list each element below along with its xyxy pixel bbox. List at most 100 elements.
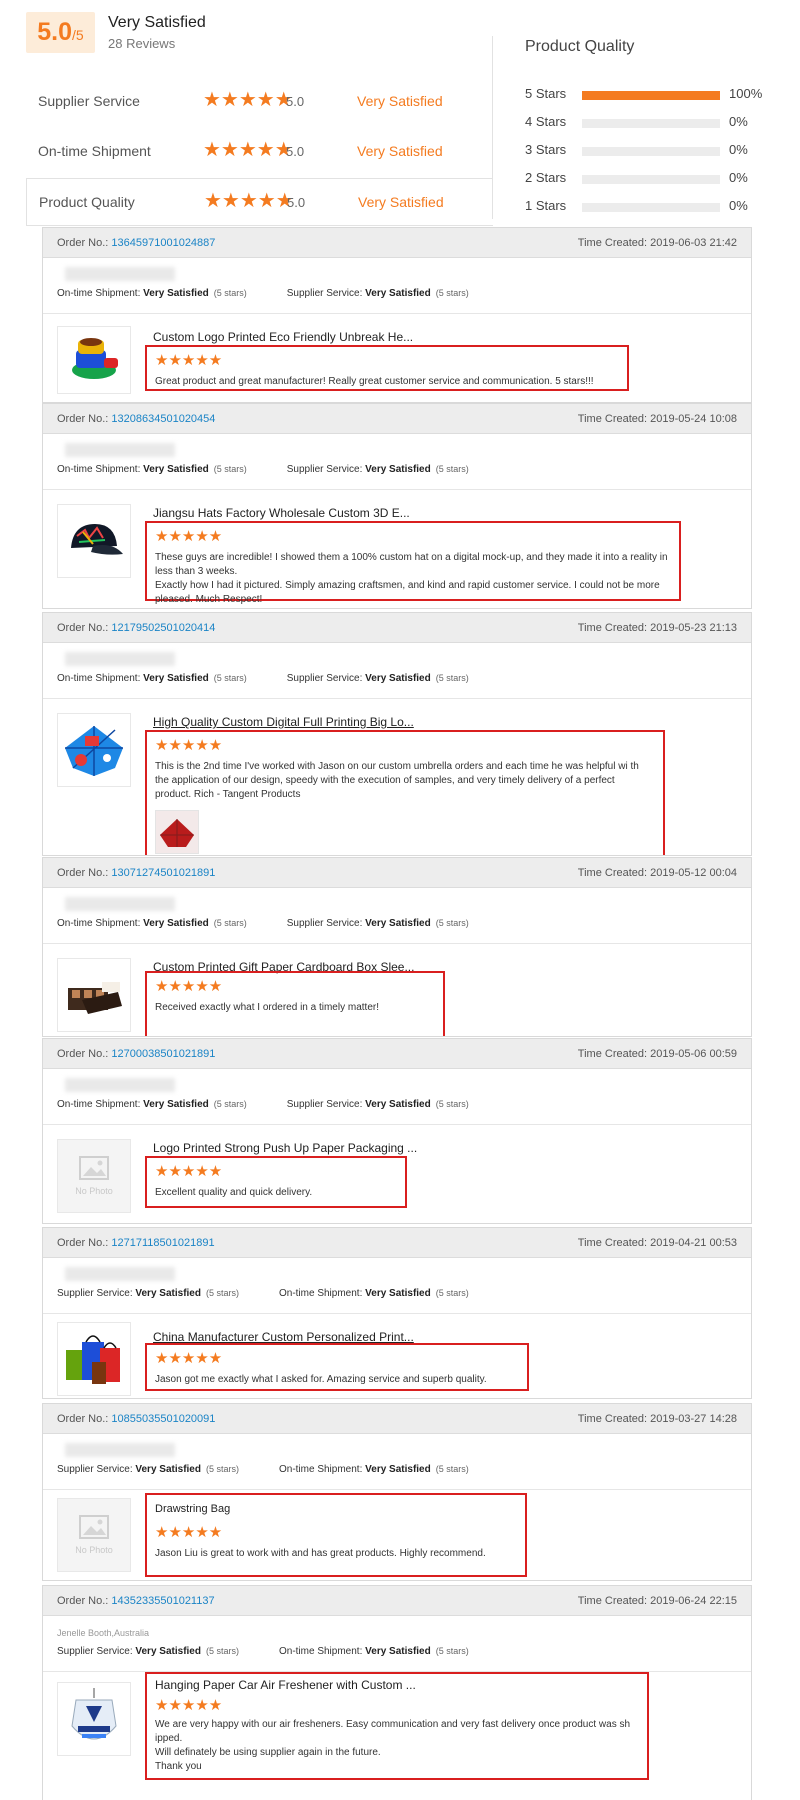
order-number-link[interactable]: 13645971001024887 xyxy=(111,237,215,249)
metric-on-time-shipment[interactable]: On-time Shipment ★★★★★ 5.0 Very Satisfie… xyxy=(26,128,493,176)
product-title-link[interactable]: Logo Printed Strong Push Up Paper Packag… xyxy=(153,1141,417,1155)
review-text: We are very happy with our air freshener… xyxy=(155,1719,631,1772)
order-number: Order No.: 14352335501021137 xyxy=(57,1595,215,1607)
overall-label: Very Satisfied xyxy=(108,14,206,31)
ashtray-product-icon xyxy=(72,338,118,379)
rating-line: On-time Shipment: Very Satisfied (5 stars… xyxy=(57,464,509,475)
order-number-label: Order No.: xyxy=(57,1237,112,1249)
review-card: Order No.: 12717118501021891 Time Create… xyxy=(42,1227,752,1399)
rating-line: Supplier Service: Very Satisfied (5 stars… xyxy=(57,1464,509,1475)
product-thumbnail[interactable] xyxy=(57,1322,131,1396)
review-body: China Manufacturer Custom Personalized P… xyxy=(43,1314,751,1398)
supplier-label: Supplier Service: xyxy=(57,1646,136,1657)
review-card: Order No.: 14352335501021137 Time Create… xyxy=(42,1585,752,1800)
distribution-bar-fill xyxy=(582,91,720,100)
rating-line: Supplier Service: Very Satisfied (5 stars… xyxy=(57,1288,509,1299)
order-number-link[interactable]: 12179502501020414 xyxy=(111,622,215,634)
review-card: Order No.: 13645971001024887 Time Create… xyxy=(42,227,752,403)
order-number-link[interactable]: 14352335501021137 xyxy=(111,1595,214,1607)
review-highlight-box: ★★★★★ Excellent quality and quick delive… xyxy=(145,1156,407,1208)
metric-supplier-service[interactable]: Supplier Service ★★★★★ 5.0 Very Satisfie… xyxy=(26,78,493,126)
order-number-label: Order No.: xyxy=(57,622,112,634)
distribution-percent: 0% xyxy=(729,170,748,185)
no-photo-icon xyxy=(79,1515,109,1539)
distribution-bar xyxy=(582,203,720,212)
metric-label: Supplier Service xyxy=(38,93,140,109)
order-number-link[interactable]: 12700038501021891 xyxy=(111,1048,215,1060)
supplier-stars: (5 stars) xyxy=(435,288,469,298)
review-meta: On-time Shipment: Very Satisfied (5 stars… xyxy=(43,1069,751,1125)
distribution-percent: 0% xyxy=(729,142,748,157)
product-title-link[interactable]: China Manufacturer Custom Personalized P… xyxy=(153,1330,414,1344)
product-title-link[interactable]: Drawstring Bag xyxy=(155,1503,230,1515)
order-number-link[interactable]: 13071274501021891 xyxy=(111,867,215,879)
supplier-label: Supplier Service: xyxy=(57,1464,136,1475)
review-stars-icon: ★★★★★ xyxy=(155,1163,223,1180)
on-time-value: Very Satisfied xyxy=(143,673,209,684)
supplier-stars: (5 stars) xyxy=(205,1646,239,1656)
review-text: Excellent quality and quick delivery. xyxy=(155,1187,313,1198)
divider xyxy=(492,36,493,219)
order-number-link[interactable]: 13208634501020454 xyxy=(111,413,215,425)
product-thumbnail[interactable]: No Photo xyxy=(57,1498,131,1572)
product-thumbnail[interactable] xyxy=(57,958,131,1032)
product-thumbnail[interactable] xyxy=(57,504,131,578)
review-stars-icon: ★★★★★ xyxy=(155,978,223,995)
review-text: Jason Liu is great to work with and has … xyxy=(155,1548,486,1559)
order-number-link[interactable]: 10855035501020091 xyxy=(111,1413,215,1425)
product-thumbnail[interactable] xyxy=(57,1682,131,1756)
product-title-link[interactable]: High Quality Custom Digital Full Printin… xyxy=(153,715,414,729)
buyer-name-redacted xyxy=(65,652,175,666)
review-header: Order No.: 13071274501021891 Time Create… xyxy=(43,858,751,888)
metric-value: 5.0 xyxy=(286,94,305,109)
time-created-label: Time Created: xyxy=(577,1413,651,1425)
review-meta: On-time Shipment: Very Satisfied (5 stars… xyxy=(43,888,751,944)
star-rating-icon: ★★★★★ xyxy=(203,89,293,111)
buyer-name-redacted xyxy=(65,897,175,911)
review-meta: Supplier Service: Very Satisfied (5 stars… xyxy=(43,1258,751,1314)
supplier-stars: (5 stars) xyxy=(205,1288,239,1298)
review-meta: Supplier Service: Very Satisfied (5 stars… xyxy=(43,1434,751,1490)
order-number: Order No.: 13208634501020454 xyxy=(57,413,215,425)
distribution-label: 1 Stars xyxy=(525,198,567,213)
no-photo-label: No Photo xyxy=(75,1545,113,1555)
product-title-link[interactable]: Custom Logo Printed Eco Friendly Unbreak… xyxy=(153,330,413,344)
product-title-link[interactable]: Hanging Paper Car Air Freshener with Cus… xyxy=(155,1678,416,1692)
time-created-value: 2019-05-24 10:08 xyxy=(650,413,737,425)
product-thumbnail[interactable] xyxy=(57,326,131,394)
review-text: These guys are incredible! I showed them… xyxy=(155,552,668,605)
product-title-link[interactable]: Jiangsu Hats Factory Wholesale Custom 3D… xyxy=(153,506,410,520)
on-time-label: On-time Shipment: xyxy=(278,1288,366,1299)
metric-product-quality[interactable]: Product Quality ★★★★★ 5.0 Very Satisfied xyxy=(26,178,493,226)
review-stars-icon: ★★★★★ xyxy=(155,1524,223,1541)
supplier-stars: (5 stars) xyxy=(435,673,469,683)
product-thumbnail[interactable]: No Photo xyxy=(57,1139,131,1213)
time-created: Time Created: 2019-05-23 21:13 xyxy=(578,622,737,634)
metric-label: Product Quality xyxy=(39,194,135,210)
review-body: No Photo Drawstring Bag ★★★★★ Jason Liu … xyxy=(43,1490,751,1580)
review-stars-icon: ★★★★★ xyxy=(155,737,223,754)
distribution-label: 2 Stars xyxy=(525,170,567,185)
time-created: Time Created: 2019-03-27 14:28 xyxy=(578,1413,737,1425)
time-created-value: 2019-06-24 22:15 xyxy=(650,1595,737,1607)
star-rating-icon: ★★★★★ xyxy=(204,190,294,212)
metric-value: 5.0 xyxy=(286,144,305,159)
product-thumbnail[interactable] xyxy=(57,713,131,787)
order-number-label: Order No.: xyxy=(57,1413,112,1425)
on-time-value: Very Satisfied xyxy=(365,1288,431,1299)
rating-summary: 5.0/5 Very Satisfied 28 Reviews Supplier… xyxy=(0,0,800,226)
distribution-row-3: 3 Stars 0% xyxy=(525,140,775,160)
time-created-value: 2019-06-03 21:42 xyxy=(650,237,737,249)
supplier-label: Supplier Service: xyxy=(286,1099,366,1110)
supplier-value: Very Satisfied xyxy=(365,288,431,299)
metric-value: 5.0 xyxy=(287,195,306,210)
review-text: Received exactly what I ordered in a tim… xyxy=(155,1002,379,1013)
order-number-link[interactable]: 12717118501021891 xyxy=(111,1237,214,1249)
distribution-bar xyxy=(582,175,720,184)
order-number-label: Order No.: xyxy=(57,413,112,425)
review-header: Order No.: 14352335501021137 Time Create… xyxy=(43,1586,751,1616)
review-header: Order No.: 13208634501020454 Time Create… xyxy=(43,404,751,434)
supplier-value: Very Satisfied xyxy=(135,1464,201,1475)
time-created-value: 2019-05-12 00:04 xyxy=(650,867,737,879)
review-attachment-photo[interactable] xyxy=(155,810,199,854)
